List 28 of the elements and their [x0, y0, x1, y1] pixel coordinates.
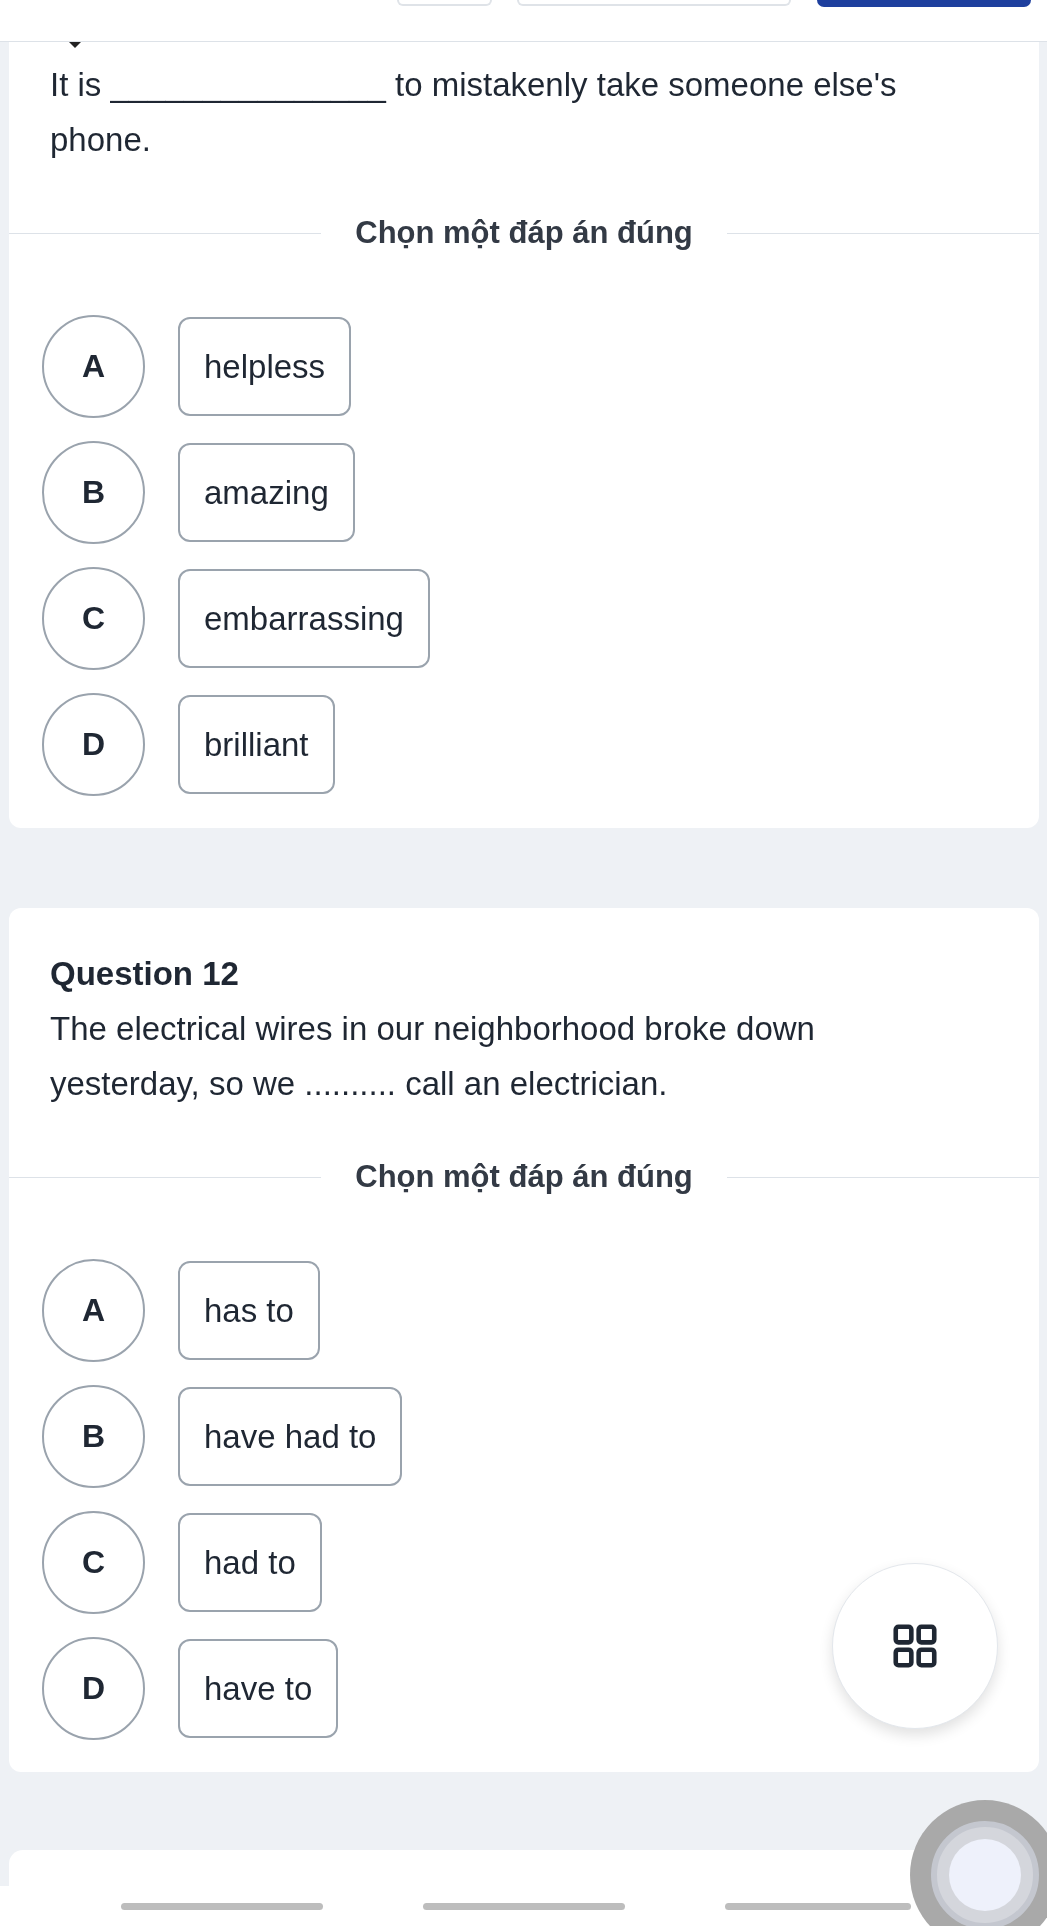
answer-option[interactable]: have to	[178, 1639, 339, 1738]
answer-option[interactable]: brilliant	[178, 695, 335, 794]
option-letter[interactable]: A	[42, 315, 145, 418]
answer-prompt: Chọn một đáp án đúng	[354, 1159, 694, 1195]
nav-handle[interactable]	[120, 1902, 323, 1910]
answer-option[interactable]: have had to	[178, 1387, 403, 1486]
question-text: It is _______________ to mistakenly take someone else's phone.	[49, 65, 898, 160]
question-text: The electrical wires in our neighborhood broke down yesterday, so we .......... call an electrician.	[49, 1009, 816, 1104]
answer-option[interactable]: amazing	[178, 443, 355, 542]
outline-button[interactable]	[397, 0, 492, 6]
question-title: Question 12	[49, 954, 240, 994]
nav-handle[interactable]	[422, 1902, 625, 1910]
option-letter[interactable]: A	[42, 1259, 145, 1362]
option-letter[interactable]: D	[42, 1637, 145, 1740]
answer-prompt: Chọn một đáp án đúng	[354, 215, 694, 251]
answer-option[interactable]: helpless	[178, 317, 352, 416]
option-letter[interactable]: B	[42, 441, 145, 544]
answer-option[interactable]: embarrassing	[178, 569, 430, 668]
option-letter[interactable]: B	[42, 1385, 145, 1488]
option-letter[interactable]: C	[42, 1511, 145, 1614]
grid-icon	[893, 1624, 937, 1668]
option-letter[interactable]: D	[42, 693, 145, 796]
primary-button[interactable]	[817, 0, 1031, 7]
option-letter[interactable]: C	[42, 567, 145, 670]
outline-button[interactable]	[517, 0, 791, 6]
answer-option[interactable]: has to	[178, 1261, 320, 1360]
nav-handle[interactable]	[724, 1902, 911, 1910]
answer-option[interactable]: had to	[178, 1513, 322, 1612]
